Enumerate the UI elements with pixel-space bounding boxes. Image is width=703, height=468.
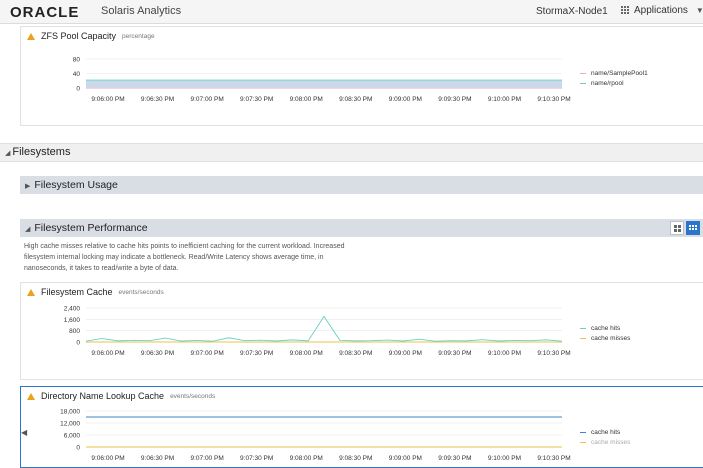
legend-swatch	[580, 83, 586, 84]
y-tick-label: 80	[73, 57, 81, 64]
x-tick-label: 9:10:00 PM	[488, 96, 521, 103]
collapse-triangle-icon: ◢	[5, 150, 11, 157]
oracle-logo: ORACLE	[10, 4, 80, 21]
compact-grid-icon	[689, 225, 697, 230]
node-selector[interactable]: StormaX-Node1	[536, 6, 608, 17]
x-tick-label: 9:06:30 PM	[141, 96, 174, 103]
grid-icon	[621, 6, 630, 15]
y-tick-label: 0	[76, 445, 80, 452]
legend-item: cache misses	[580, 335, 630, 342]
x-tick-label: 9:06:30 PM	[141, 455, 174, 462]
legend-item: cache hits	[580, 325, 630, 332]
y-tick-label: 800	[69, 328, 80, 335]
x-tick-label: 9:10:30 PM	[537, 96, 570, 103]
y-tick-label: 0	[76, 340, 80, 347]
dnlc-chart: 18,000 12,000 6,000 0 9:06:00 PM 9:06:30 PM 9:…	[60, 409, 571, 463]
y-tick-label: 6,000	[64, 433, 81, 440]
x-tick-label: 9:09:00 PM	[389, 350, 422, 357]
grid-icon	[674, 225, 681, 232]
applications-label: Applications	[634, 5, 688, 16]
legend-label: name/SamplePool1	[591, 70, 648, 77]
x-tick-label: 9:07:30 PM	[240, 96, 273, 103]
x-tick-label: 9:10:00 PM	[488, 350, 521, 357]
zfs-legend: name/SamplePool1 name/rpool	[580, 70, 648, 90]
legend-item: name/rpool	[580, 80, 648, 87]
legend-label: cache hits	[591, 325, 621, 332]
series-line	[85, 315, 563, 342]
grid-view-button[interactable]	[670, 221, 684, 235]
y-tick-label: 0	[76, 86, 80, 93]
x-tick-label: 9:07:00 PM	[190, 455, 223, 462]
chevron-down-icon: ▼	[695, 6, 703, 15]
x-tick-label: 9:10:30 PM	[537, 455, 570, 462]
x-tick-label: 9:10:00 PM	[488, 455, 521, 462]
legend-swatch	[580, 442, 586, 443]
top-bar: ORACLE Solaris Analytics StormaX-Node1 A…	[0, 0, 703, 24]
filesystems-section-header[interactable]: ◢ Filesystems	[0, 143, 703, 162]
collapse-triangle-icon: ◢	[25, 226, 31, 233]
filesystems-label: Filesystems	[12, 146, 71, 158]
legend-label: cache misses	[591, 335, 631, 342]
x-tick-label: 9:06:30 PM	[141, 350, 174, 357]
x-tick-label: 9:08:00 PM	[290, 350, 323, 357]
legend-label: cache misses	[591, 439, 631, 446]
x-tick-label: 9:08:00 PM	[290, 96, 323, 103]
expand-triangle-icon: ▶	[25, 183, 31, 190]
x-tick-label: 9:06:00 PM	[91, 350, 124, 357]
legend-swatch	[580, 432, 586, 433]
x-tick-label: 9:08:30 PM	[339, 455, 372, 462]
x-tick-label: 9:07:00 PM	[190, 350, 223, 357]
legend-swatch	[580, 338, 586, 339]
x-tick-label: 9:08:30 PM	[339, 96, 372, 103]
x-tick-label: 9:07:00 PM	[190, 96, 223, 103]
x-tick-label: 9:09:30 PM	[438, 455, 471, 462]
x-tick-label: 9:07:30 PM	[240, 455, 273, 462]
legend-item: cache misses	[580, 439, 630, 446]
x-tick-label: 9:08:30 PM	[339, 350, 372, 357]
x-tick-label: 9:09:00 PM	[389, 96, 422, 103]
legend-label: cache hits	[591, 429, 621, 436]
filesystem-performance-header[interactable]: ◢ Filesystem Performance	[20, 219, 703, 237]
x-tick-label: 9:10:30 PM	[537, 350, 570, 357]
series-area	[86, 80, 562, 88]
y-tick-label: 12,000	[60, 421, 80, 428]
x-tick-label: 9:09:30 PM	[438, 96, 471, 103]
filesystem-usage-label: Filesystem Usage	[34, 179, 118, 191]
x-tick-label: 9:09:30 PM	[438, 350, 471, 357]
x-tick-label: 9:06:00 PM	[91, 96, 124, 103]
filesystem-usage-header[interactable]: ▶ Filesystem Usage	[20, 176, 703, 194]
x-tick-label: 9:07:30 PM	[240, 350, 273, 357]
x-tick-label: 9:08:00 PM	[290, 455, 323, 462]
filesystem-performance-label: Filesystem Performance	[34, 222, 148, 234]
legend-label: name/rpool	[591, 80, 624, 87]
y-tick-label: 40	[73, 71, 81, 78]
y-tick-label: 2,400	[64, 306, 81, 313]
list-view-button[interactable]	[686, 221, 700, 235]
performance-description: High cache misses relative to cache hits…	[24, 243, 345, 272]
product-name: Solaris Analytics	[101, 5, 182, 17]
applications-menu[interactable]: Applications ▼	[621, 5, 703, 16]
y-tick-label: 18,000	[60, 409, 80, 416]
legend-item: cache hits	[580, 429, 630, 436]
dnlc-legend: cache hits cache misses	[580, 429, 630, 449]
legend-item: name/SamplePool1	[580, 70, 648, 77]
fs-cache-legend: cache hits cache misses	[580, 325, 630, 345]
x-tick-label: 9:09:00 PM	[389, 455, 422, 462]
x-tick-label: 9:06:00 PM	[91, 455, 124, 462]
legend-swatch	[580, 73, 586, 74]
legend-swatch	[580, 328, 586, 329]
y-tick-label: 1,600	[64, 317, 81, 324]
